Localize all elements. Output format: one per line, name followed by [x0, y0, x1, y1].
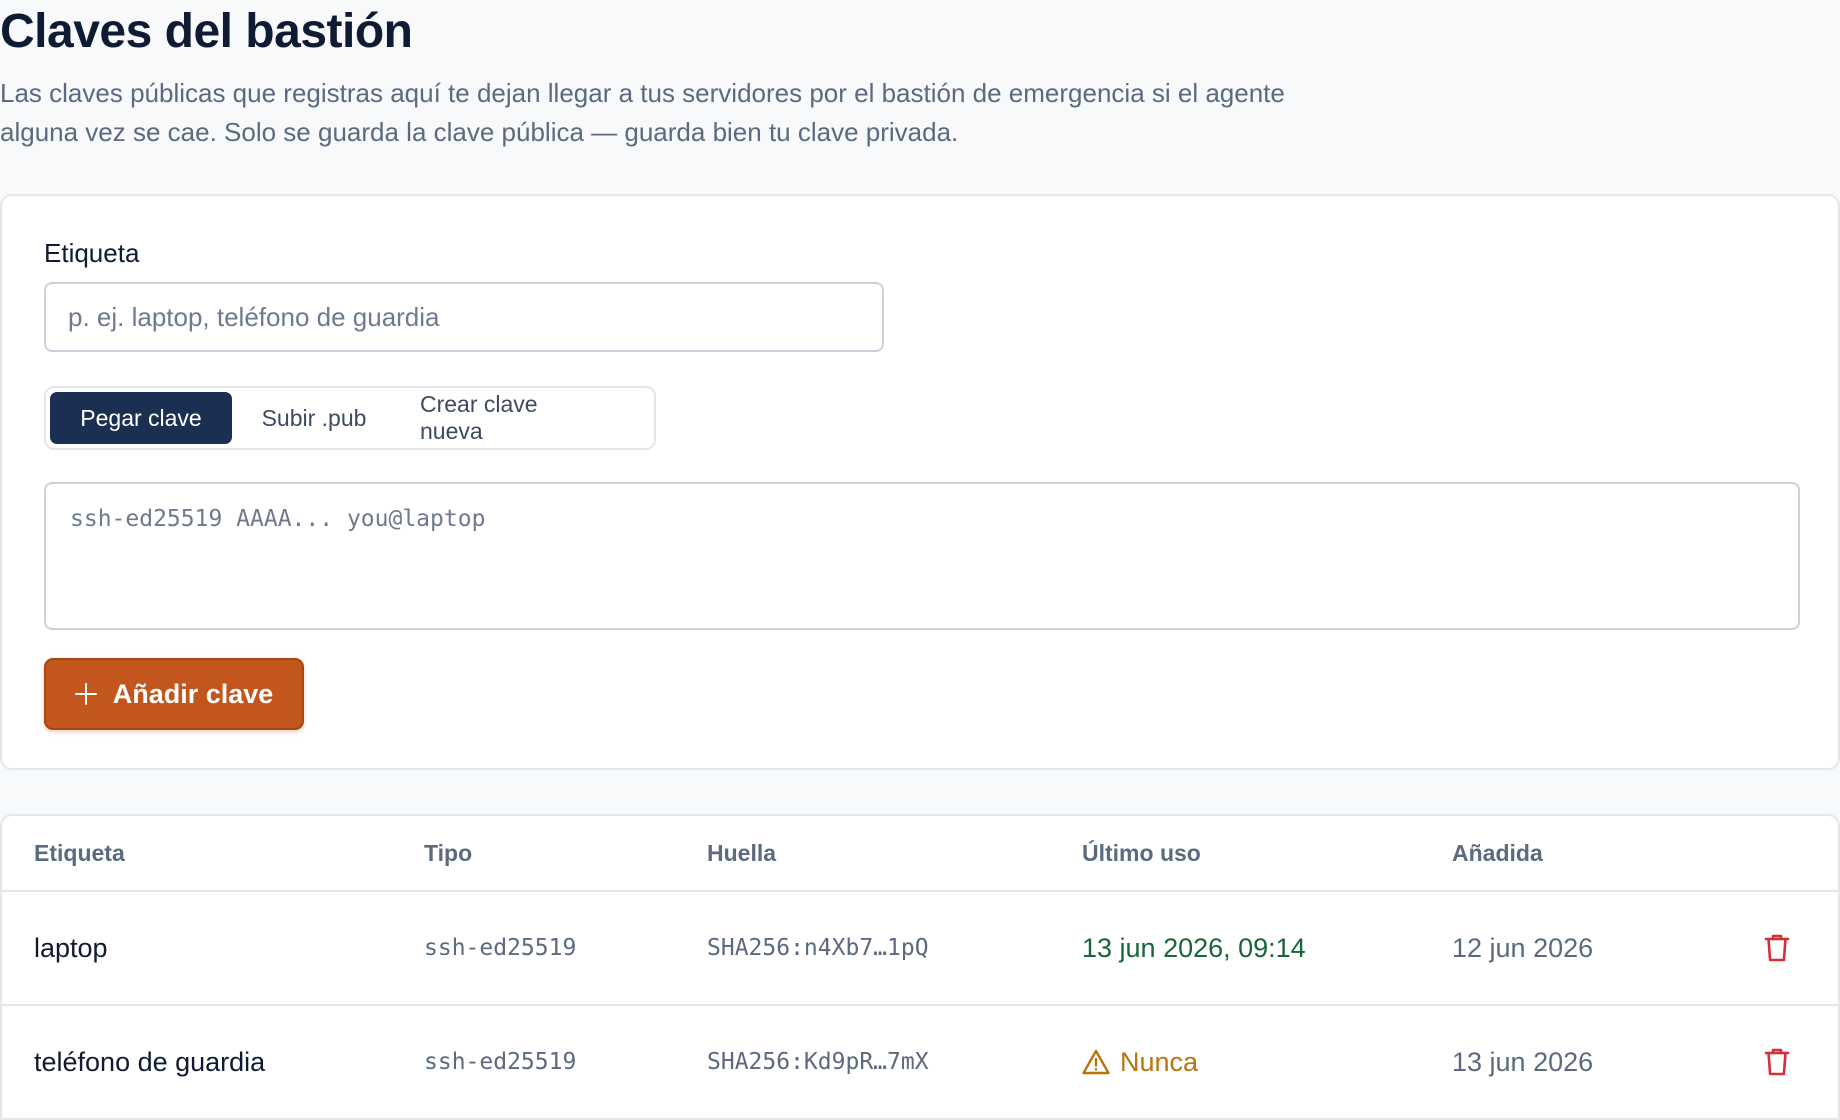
delete-key-button[interactable] — [1764, 1006, 1790, 1118]
label-input[interactable] — [44, 282, 884, 352]
label-field-label: Etiqueta — [44, 238, 140, 268]
row-key-type: ssh-ed25519 — [424, 1049, 577, 1075]
table-header: Etiqueta Tipo Huella Último uso Añadida — [2, 816, 1838, 892]
add-key-button-label: Añadir clave — [112, 678, 274, 709]
trash-icon — [1764, 1047, 1790, 1077]
column-header-type: Tipo — [424, 840, 473, 866]
tab-paste-key[interactable]: Pegar clave — [50, 392, 232, 444]
trash-icon — [1764, 933, 1790, 963]
last-used-never-label: Nunca — [1120, 1046, 1199, 1077]
warning-icon — [1082, 1049, 1110, 1075]
column-header-label: Etiqueta — [34, 840, 125, 866]
row-last-used: Nunca — [1082, 1006, 1198, 1118]
bastion-keys-page: Claves del bastión Las claves públicas q… — [0, 0, 1840, 1120]
table-row: teléfono de guardia ssh-ed25519 SHA256:K… — [2, 1006, 1838, 1120]
row-fingerprint: SHA256:Kd9pR…7mX — [707, 1049, 929, 1075]
delete-key-button[interactable] — [1764, 892, 1790, 1004]
row-added-date: 12 jun 2026 — [1452, 932, 1594, 963]
page-description: Las claves públicas que registras aquí t… — [0, 78, 1285, 147]
row-added-date: 13 jun 2026 — [1452, 1046, 1594, 1077]
column-header-fingerprint: Huella — [707, 840, 777, 866]
column-header-added: Añadida — [1452, 840, 1543, 866]
tab-upload-pub[interactable]: Subir .pub — [232, 392, 396, 444]
row-label: teléfono de guardia — [34, 1046, 266, 1077]
table-row: laptop ssh-ed25519 SHA256:n4Xb7…1pQ 13 j… — [2, 892, 1838, 1006]
keys-table: Etiqueta Tipo Huella Último uso Añadida … — [0, 814, 1840, 1120]
row-label: laptop — [34, 932, 108, 963]
plus-icon — [74, 683, 97, 705]
public-key-textarea[interactable] — [44, 482, 1800, 630]
key-source-tabs: Pegar clave Subir .pub Crear clave nueva — [44, 386, 656, 450]
page-title: Claves del bastión — [0, 5, 413, 58]
tab-create-new-key[interactable]: Crear clave nueva — [396, 391, 606, 444]
add-key-button[interactable]: Añadir clave — [44, 658, 304, 730]
row-key-type: ssh-ed25519 — [424, 935, 577, 961]
row-fingerprint: SHA256:n4Xb7…1pQ — [707, 935, 929, 961]
column-header-last-used: Último uso — [1082, 840, 1201, 866]
row-last-used: 13 jun 2026, 09:14 — [1082, 932, 1306, 963]
add-key-form: Etiqueta Pegar clave Subir .pub Crear cl… — [0, 194, 1840, 770]
